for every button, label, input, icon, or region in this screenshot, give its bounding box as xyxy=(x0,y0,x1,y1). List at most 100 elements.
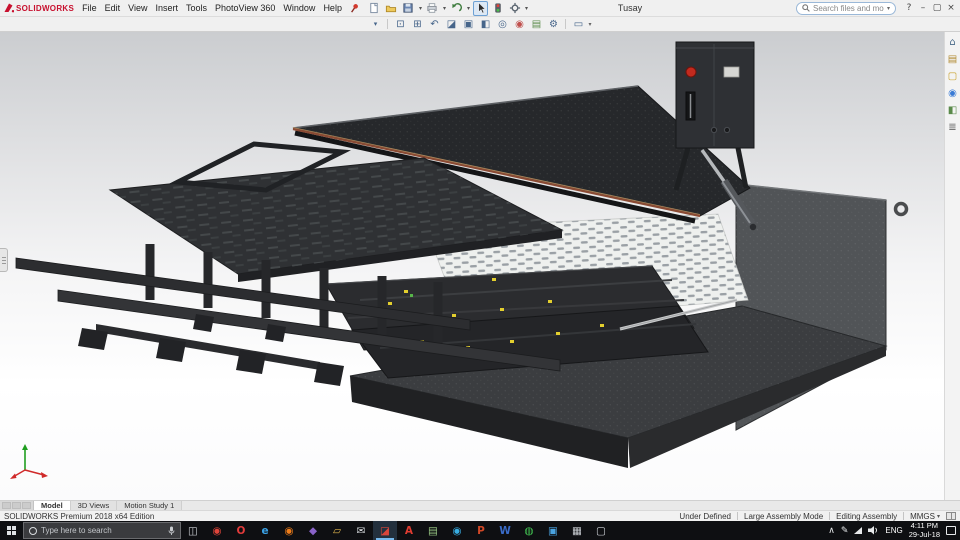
pin-icon[interactable] xyxy=(350,3,359,14)
photos-icon[interactable]: ▣ xyxy=(541,521,565,540)
select-tool-icon[interactable] xyxy=(473,0,488,16)
powerpoint-icon[interactable]: P xyxy=(469,521,493,540)
hide-show-icon[interactable]: ◎ xyxy=(495,18,509,31)
pen-tray-icon[interactable]: ✎ xyxy=(841,526,849,536)
viewport-canvas[interactable] xyxy=(0,32,944,500)
assembly-mode-label[interactable]: Large Assembly Mode xyxy=(744,512,823,521)
open-icon[interactable] xyxy=(384,1,399,16)
menu-item[interactable]: PhotoView 360 xyxy=(211,1,279,15)
file-explorer-icon[interactable]: ▢ xyxy=(948,72,957,82)
document-tab[interactable]: 3D Views xyxy=(70,501,118,510)
print-icon[interactable] xyxy=(425,1,440,16)
menu-item[interactable]: Insert xyxy=(152,1,183,15)
cortana-icon xyxy=(29,526,37,535)
units-selector[interactable]: MMGS ▾ xyxy=(910,512,940,521)
taskbar-search-box[interactable]: Type here to search xyxy=(23,522,181,539)
graphics-viewport[interactable] xyxy=(0,32,944,500)
menu-item[interactable]: Window xyxy=(279,1,319,15)
calculator-icon[interactable]: ▦ xyxy=(565,521,589,540)
action-center-icon[interactable] xyxy=(946,526,956,535)
zoom-area-icon[interactable]: ⊞ xyxy=(410,18,424,31)
options-gear-icon[interactable] xyxy=(507,1,522,16)
status-pane-icon[interactable] xyxy=(946,512,956,520)
monitor-icon[interactable]: ▭ xyxy=(571,18,585,31)
dropdown-caret-icon[interactable]: ▾ xyxy=(443,5,446,12)
microphone-icon[interactable] xyxy=(168,526,175,536)
maximize-button[interactable]: ▢ xyxy=(930,3,944,13)
word-icon[interactable]: W xyxy=(493,521,517,540)
main-area: ⌂ ▤ ▢ ◉ ◧ ≣ xyxy=(0,32,960,500)
constraint-status-label: Under Defined xyxy=(679,511,732,521)
date-label: 29-Jul-18 xyxy=(908,529,940,539)
editing-state-label: Editing Assembly xyxy=(836,511,898,521)
dropdown-caret-icon[interactable]: ▾ xyxy=(525,5,528,12)
volume-icon[interactable] xyxy=(868,526,879,535)
home-icon[interactable]: ⌂ xyxy=(949,38,955,48)
rebuild-icon[interactable] xyxy=(490,1,505,16)
visual-studio-icon[interactable]: ◆ xyxy=(301,521,325,540)
save-icon[interactable] xyxy=(401,1,416,16)
scene-icon[interactable]: ◧ xyxy=(948,106,957,116)
help-button[interactable]: ? xyxy=(902,3,916,13)
emergency-button[interactable] xyxy=(685,66,697,78)
view-settings-icon[interactable]: ⚙ xyxy=(546,18,560,31)
snipping-tool-icon[interactable]: ▢ xyxy=(589,521,613,540)
dropdown-caret-icon[interactable]: ▾ xyxy=(588,21,591,28)
edit-appearance-icon[interactable]: ◉ xyxy=(512,18,526,31)
zoom-fit-icon[interactable]: ⊡ xyxy=(393,18,407,31)
skype-icon[interactable]: ◉ xyxy=(445,521,469,540)
solidworks-window: SOLIDWORKS File Edit View Insert Tools PhotoV… xyxy=(0,0,960,540)
clock[interactable]: 4:11 PM 29-Jul-18 xyxy=(908,521,940,539)
dropdown-caret-icon[interactable]: ▾ xyxy=(419,5,422,12)
appearances-icon[interactable]: ◉ xyxy=(948,89,957,99)
menu-item[interactable]: Edit xyxy=(101,1,125,15)
search-dropdown-icon[interactable]: ▾ xyxy=(887,5,890,12)
tray-expand-icon[interactable]: ∧ xyxy=(828,526,835,536)
apply-scene-icon[interactable]: ▤ xyxy=(529,18,543,31)
opera-icon[interactable]: O xyxy=(229,521,253,540)
notepad-icon[interactable]: ▤ xyxy=(421,521,445,540)
panel-splitter[interactable] xyxy=(0,248,8,272)
whatsapp-icon[interactable]: ◍ xyxy=(517,521,541,540)
window-controls: ? – ▢ × xyxy=(902,3,958,13)
language-indicator[interactable]: ENG xyxy=(885,526,902,535)
task-view-icon[interactable]: ◫ xyxy=(181,521,205,540)
document-tab[interactable]: Model xyxy=(34,501,71,510)
dropdown-caret-icon[interactable]: ▾ xyxy=(467,5,470,12)
file-search-box[interactable]: Search files and models ▾ xyxy=(796,1,896,15)
previous-view-icon[interactable]: ↶ xyxy=(427,18,441,31)
new-document-icon[interactable] xyxy=(367,1,382,16)
firefox-icon[interactable]: ◉ xyxy=(277,521,301,540)
network-icon[interactable] xyxy=(854,527,863,534)
mail-icon[interactable]: ✉ xyxy=(349,521,373,540)
solidworks-logo: SOLIDWORKS xyxy=(2,3,78,13)
menu-item[interactable]: View xyxy=(124,1,151,15)
acrobat-icon[interactable]: A xyxy=(397,521,421,540)
edition-label: SOLIDWORKS Premium 2018 x64 Edition xyxy=(4,511,155,521)
menu-item[interactable]: File xyxy=(78,1,101,15)
display-style-icon[interactable]: ◧ xyxy=(478,18,492,31)
document-tabs-bar: Model 3D Views Motion Study 1 xyxy=(0,500,960,510)
windows-taskbar: Type here to search ◫ ◉ Oe ◉ ◆ ▱ ✉ ◪ A ▤ ◉ P W ◍ ▣ ▦ ▢ ∧… xyxy=(0,521,960,540)
task-pane: ⌂ ▤ ▢ ◉ ◧ ≣ xyxy=(944,32,960,500)
menubar: File Edit View Insert Tools PhotoView 360 Wind… xyxy=(78,1,346,15)
system-tray: ∧ ✎ ENG 4:11 PM 29-Jul-18 xyxy=(824,521,960,540)
undo-icon[interactable] xyxy=(449,1,464,16)
view-orientation-icon[interactable]: ▣ xyxy=(461,18,475,31)
arrow-caret-icon[interactable]: ▾ xyxy=(368,18,382,31)
tab-scroller[interactable] xyxy=(0,501,34,510)
start-button[interactable] xyxy=(0,521,23,540)
section-view-icon[interactable]: ◪ xyxy=(444,18,458,31)
dropdown-caret-icon: ▾ xyxy=(936,512,940,520)
menu-item[interactable]: Help xyxy=(319,1,346,15)
solidworks-icon[interactable]: ◪ xyxy=(373,521,397,540)
menu-item[interactable]: Tools xyxy=(182,1,211,15)
design-library-icon[interactable]: ▤ xyxy=(948,55,957,65)
minimize-button[interactable]: – xyxy=(916,3,930,13)
document-tab[interactable]: Motion Study 1 xyxy=(117,501,183,510)
custom-properties-icon[interactable]: ≣ xyxy=(948,123,956,133)
close-button[interactable]: × xyxy=(944,3,958,13)
chrome-icon[interactable]: ◉ xyxy=(205,521,229,540)
file-explorer-icon[interactable]: ▱ xyxy=(325,521,349,540)
internet-explorer-icon[interactable]: e xyxy=(253,521,277,540)
